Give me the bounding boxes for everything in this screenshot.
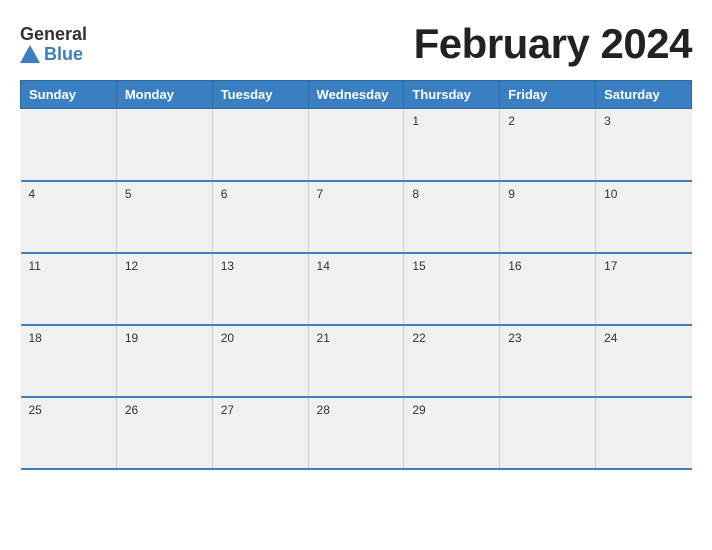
day-number: 27	[221, 403, 234, 417]
day-number: 12	[125, 259, 138, 273]
calendar-day-cell: 14	[308, 253, 404, 325]
day-number: 4	[29, 187, 36, 201]
calendar-day-cell: 28	[308, 397, 404, 469]
calendar-day-cell: 27	[212, 397, 308, 469]
calendar-day-cell: 8	[404, 181, 500, 253]
calendar-week-row: 25 26 27 28 29	[21, 397, 692, 469]
calendar-day-cell: 1	[404, 109, 500, 181]
day-number: 19	[125, 331, 138, 345]
logo-general-text: General	[20, 25, 87, 43]
day-number: 28	[317, 403, 330, 417]
day-number: 26	[125, 403, 138, 417]
col-saturday: Saturday	[596, 81, 692, 109]
day-number: 14	[317, 259, 330, 273]
day-number: 22	[412, 331, 425, 345]
col-friday: Friday	[500, 81, 596, 109]
calendar-day-cell: 5	[116, 181, 212, 253]
calendar-day-cell: 23	[500, 325, 596, 397]
calendar-day-cell: 12	[116, 253, 212, 325]
calendar-day-cell	[596, 397, 692, 469]
calendar-day-cell	[308, 109, 404, 181]
day-number: 7	[317, 187, 324, 201]
col-sunday: Sunday	[21, 81, 117, 109]
day-number: 8	[412, 187, 419, 201]
calendar-day-cell: 11	[21, 253, 117, 325]
day-number: 25	[29, 403, 42, 417]
calendar-page: General Blue February 2024 Sunday Monday…	[0, 0, 712, 550]
calendar-day-cell	[212, 109, 308, 181]
weekday-row: Sunday Monday Tuesday Wednesday Thursday…	[21, 81, 692, 109]
header: General Blue February 2024	[20, 20, 692, 68]
day-number: 13	[221, 259, 234, 273]
calendar-body: 1234567891011121314151617181920212223242…	[21, 109, 692, 469]
calendar-week-row: 4 5 6 7 8 9 10	[21, 181, 692, 253]
calendar-day-cell: 22	[404, 325, 500, 397]
calendar-day-cell: 15	[404, 253, 500, 325]
calendar-day-cell: 17	[596, 253, 692, 325]
logo-blue-text: Blue	[44, 45, 83, 63]
day-number: 15	[412, 259, 425, 273]
day-number: 24	[604, 331, 617, 345]
calendar-day-cell: 7	[308, 181, 404, 253]
calendar-day-cell: 21	[308, 325, 404, 397]
calendar-day-cell: 4	[21, 181, 117, 253]
day-number: 18	[29, 331, 42, 345]
calendar-day-cell: 19	[116, 325, 212, 397]
day-number: 29	[412, 403, 425, 417]
calendar-day-cell: 9	[500, 181, 596, 253]
calendar-day-cell: 25	[21, 397, 117, 469]
day-number: 1	[412, 114, 419, 128]
calendar-title: February 2024	[414, 20, 692, 68]
calendar-day-cell	[116, 109, 212, 181]
day-number: 21	[317, 331, 330, 345]
day-number: 11	[29, 259, 41, 273]
calendar-week-row: 11 12 13 14 15 16 17	[21, 253, 692, 325]
logo-blue-bar: Blue	[20, 45, 83, 63]
day-number: 3	[604, 114, 611, 128]
calendar-day-cell: 29	[404, 397, 500, 469]
day-number: 2	[508, 114, 515, 128]
calendar-day-cell: 24	[596, 325, 692, 397]
day-number: 23	[508, 331, 521, 345]
calendar-table: Sunday Monday Tuesday Wednesday Thursday…	[20, 80, 692, 470]
logo-triangle-icon	[20, 45, 40, 63]
calendar-day-cell: 16	[500, 253, 596, 325]
calendar-day-cell: 3	[596, 109, 692, 181]
calendar-day-cell: 20	[212, 325, 308, 397]
day-number: 16	[508, 259, 521, 273]
col-wednesday: Wednesday	[308, 81, 404, 109]
day-number: 17	[604, 259, 617, 273]
logo: General Blue	[20, 25, 87, 63]
day-number: 20	[221, 331, 234, 345]
calendar-week-row: 1 2 3	[21, 109, 692, 181]
day-number: 6	[221, 187, 228, 201]
day-number: 5	[125, 187, 132, 201]
col-monday: Monday	[116, 81, 212, 109]
calendar-header: Sunday Monday Tuesday Wednesday Thursday…	[21, 81, 692, 109]
calendar-day-cell	[21, 109, 117, 181]
calendar-day-cell: 18	[21, 325, 117, 397]
col-thursday: Thursday	[404, 81, 500, 109]
calendar-day-cell: 10	[596, 181, 692, 253]
calendar-day-cell: 2	[500, 109, 596, 181]
col-tuesday: Tuesday	[212, 81, 308, 109]
calendar-day-cell: 6	[212, 181, 308, 253]
day-number: 10	[604, 187, 617, 201]
calendar-day-cell	[500, 397, 596, 469]
calendar-day-cell: 13	[212, 253, 308, 325]
calendar-week-row: 18 19 20 21 22 23 24	[21, 325, 692, 397]
day-number: 9	[508, 187, 515, 201]
calendar-day-cell: 26	[116, 397, 212, 469]
